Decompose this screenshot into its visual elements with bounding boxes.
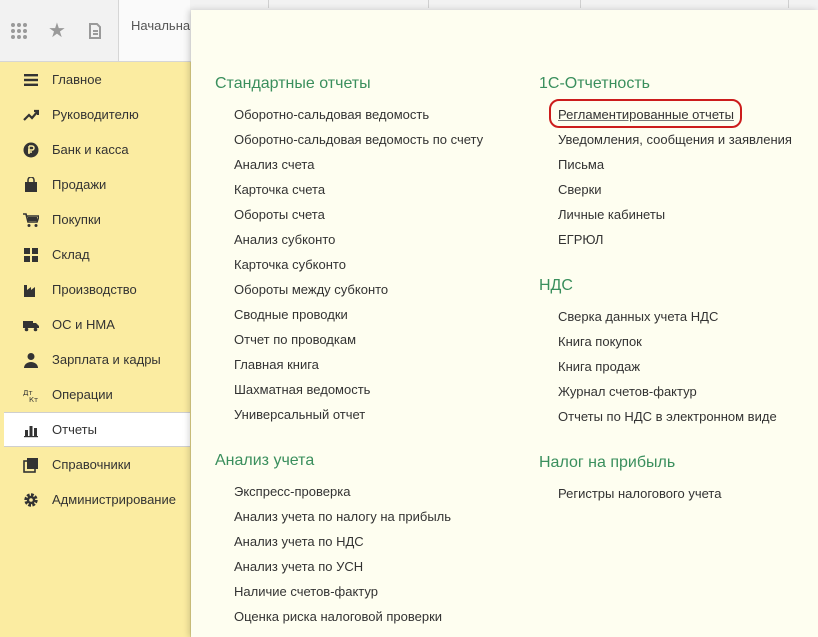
report-link[interactable]: Оценка риска налоговой проверки (234, 609, 442, 624)
sidebar-item-label: Отчеты (52, 422, 97, 437)
report-link[interactable]: Анализ учета по налогу на прибыль (234, 509, 451, 524)
toolbar-divider (580, 0, 581, 8)
section-title-profit-tax: Налог на прибыль (539, 454, 676, 471)
report-link[interactable]: Главная книга (234, 357, 319, 372)
report-link[interactable]: Письма (558, 157, 604, 172)
toolbar-divider (788, 0, 789, 8)
sidebar-item-label: Главное (52, 72, 102, 87)
section-title-vat: НДС (539, 277, 573, 294)
books-icon (21, 457, 41, 473)
report-link[interactable]: Книга покупок (558, 334, 642, 349)
report-link[interactable]: Обороты между субконто (234, 282, 388, 297)
section-title-1c-reporting: 1С-Отчетность (539, 75, 650, 92)
trend-up-icon (21, 107, 41, 123)
sidebar-item-warehouse[interactable]: Склад (4, 237, 190, 272)
report-link[interactable]: Сверка данных учета НДС (558, 309, 718, 324)
report-link[interactable]: Уведомления, сообщения и заявления (558, 132, 792, 147)
sidebar-item-sales[interactable]: Продажи (4, 167, 190, 202)
regulated-reports-link[interactable]: Регламентированные отчеты (558, 107, 734, 122)
sidebar-item-label: Зарплата и кадры (52, 352, 161, 367)
sidebar-item-label: Руководителю (52, 107, 139, 122)
sidebar-item-administration[interactable]: Администрирование (4, 482, 190, 517)
toolbar-divider (428, 0, 429, 8)
report-link[interactable]: Наличие счетов-фактур (234, 584, 378, 599)
report-link[interactable]: Обороты счета (234, 207, 325, 222)
report-link[interactable]: Анализ учета по НДС (234, 534, 364, 549)
shopping-bag-icon (21, 176, 41, 193)
sidebar-item-label: Администрирование (52, 492, 176, 507)
sidebar-item-manager[interactable]: Руководителю (4, 97, 190, 132)
report-link[interactable]: Карточка счета (234, 182, 325, 197)
report-link[interactable]: Универсальный отчет (234, 407, 365, 422)
report-link[interactable]: Экспресс-проверка (234, 484, 350, 499)
ruble-coin-icon (21, 142, 41, 158)
report-link[interactable]: Оборотно-сальдовая ведомость (234, 107, 429, 122)
report-link[interactable]: Отчет по проводкам (234, 332, 356, 347)
sidebar-item-label: Банк и касса (52, 142, 129, 157)
report-link[interactable]: ЕГРЮЛ (558, 232, 603, 247)
report-link[interactable]: Книга продаж (558, 359, 640, 374)
star-icon[interactable]: ★ (38, 0, 76, 61)
warehouse-grid-icon (21, 247, 41, 263)
sidebar-item-label: Продажи (52, 177, 107, 192)
report-link[interactable]: Журнал счетов-фактур (558, 384, 697, 399)
sidebar-item-main[interactable]: Главное (4, 62, 190, 97)
report-link[interactable]: Личные кабинеты (558, 207, 665, 222)
person-icon (21, 352, 41, 368)
sidebar-item-label: Справочники (52, 457, 131, 472)
report-link[interactable]: Сводные проводки (234, 307, 348, 322)
sidebar-item-label: Склад (52, 247, 90, 262)
sidebar-item-label: Операции (52, 387, 113, 402)
shopping-cart-icon (21, 212, 41, 228)
sidebar-item-operations[interactable]: Дт Кт Операции (4, 377, 190, 412)
section-title-accounting-analysis: Анализ учета (215, 452, 315, 469)
sidebar-item-bank[interactable]: Банк и касса (4, 132, 190, 167)
dt-kt-icon: Дт Кт (21, 387, 41, 403)
report-link[interactable]: Анализ счета (234, 157, 314, 172)
toolbar-divider (268, 0, 269, 8)
bar-chart-icon (21, 422, 41, 438)
sidebar-item-salary[interactable]: Зарплата и кадры (4, 342, 190, 377)
sidebar-item-label: ОС и НМА (52, 317, 115, 332)
report-link[interactable]: Оборотно-сальдовая ведомость по счету (234, 132, 483, 147)
apps-grid-icon[interactable] (0, 0, 38, 61)
report-link[interactable]: Анализ субконто (234, 232, 335, 247)
svg-text:Кт: Кт (29, 396, 38, 403)
history-icon[interactable] (76, 0, 114, 61)
report-link[interactable]: Сверки (558, 182, 602, 197)
section-title-standard-reports: Стандартные отчеты (215, 75, 371, 92)
menu-lines-icon (21, 72, 41, 88)
sidebar-item-label: Покупки (52, 212, 101, 227)
report-link[interactable]: Шахматная ведомость (234, 382, 370, 397)
toolbar-icons: ★ (0, 0, 118, 61)
sidebar-item-purchases[interactable]: Покупки (4, 202, 190, 237)
truck-icon (21, 317, 41, 333)
report-link[interactable]: Карточка субконто (234, 257, 346, 272)
report-link[interactable]: Анализ учета по УСН (234, 559, 363, 574)
factory-icon (21, 282, 41, 298)
sidebar-item-production[interactable]: Производство (4, 272, 190, 307)
gear-icon (21, 492, 41, 508)
report-link[interactable]: Регистры налогового учета (558, 486, 721, 501)
sidebar-item-references[interactable]: Справочники (4, 447, 190, 482)
sidebar: Главное Руководителю Банк и касса Продаж… (0, 62, 191, 637)
report-link[interactable]: Отчеты по НДС в электронном виде (558, 409, 777, 424)
sidebar-item-fixed-assets[interactable]: ОС и НМА (4, 307, 190, 342)
tab-home[interactable]: Начальна (118, 0, 190, 61)
sidebar-item-reports[interactable]: Отчеты (4, 412, 190, 447)
sidebar-item-label: Производство (52, 282, 137, 297)
